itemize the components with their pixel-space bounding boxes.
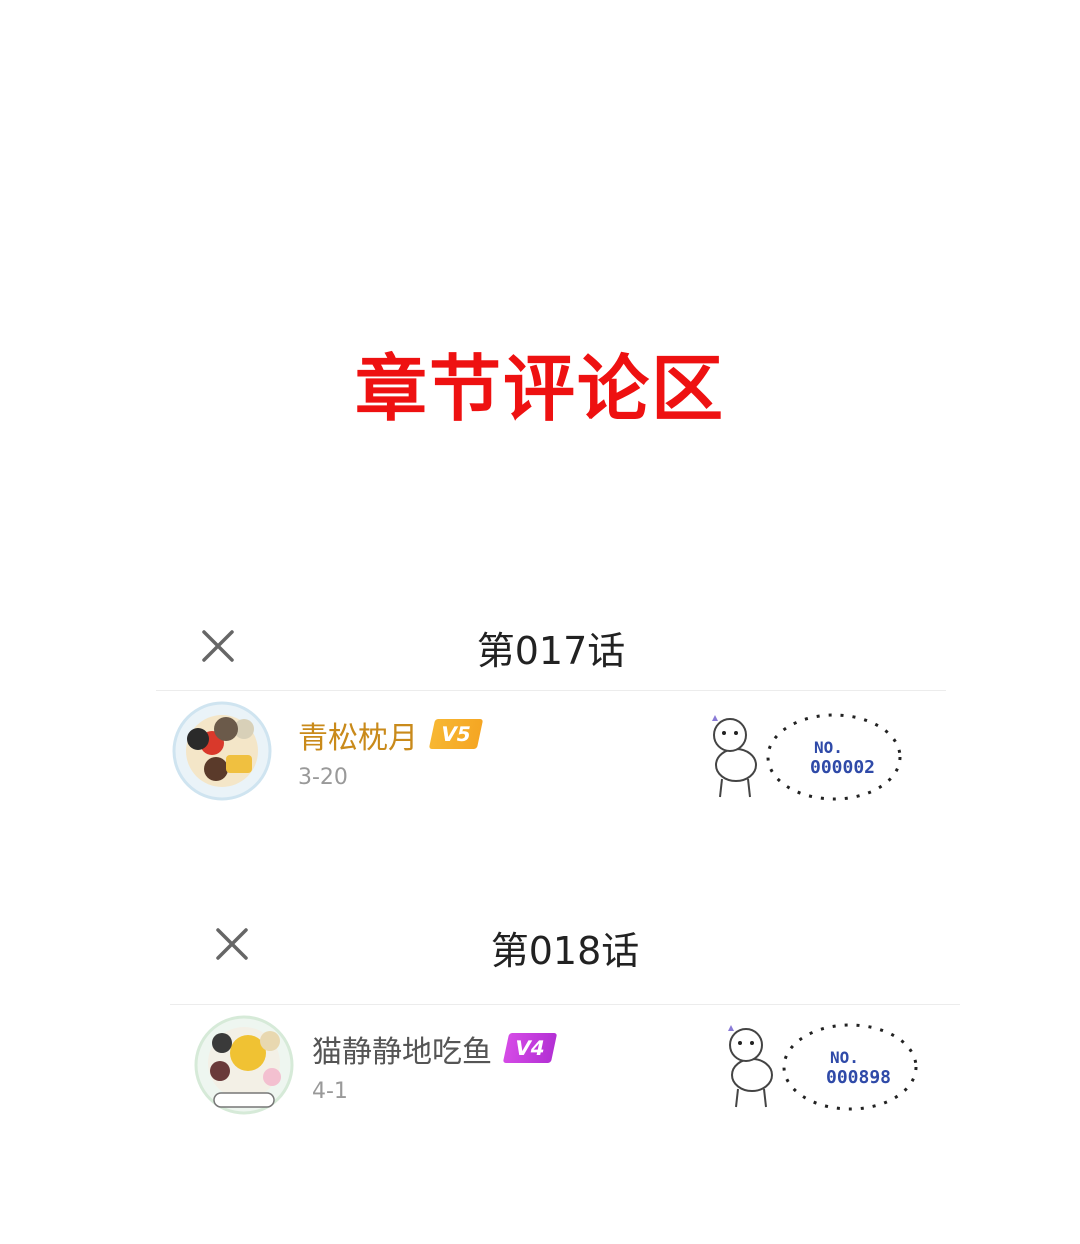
comment-row[interactable]: 青松枕月 V5 3-20 NO. 000002 [156, 691, 946, 821]
fan-no: 000002 [810, 757, 875, 778]
card-header: 第017话 [156, 600, 946, 691]
chapter-title: 第018话 [490, 929, 640, 973]
comment-row[interactable]: 猫静静地吃鱼 V4 4-1 NO. 000898 [170, 1005, 960, 1135]
level-badge: V4 [502, 1033, 558, 1063]
username[interactable]: 青松枕月 [298, 713, 418, 757]
avatar[interactable] [170, 699, 274, 803]
comment-card: 第017话 青松枕月 V5 3-20 NO. 000002 [156, 600, 946, 821]
comment-date: 3-20 [298, 765, 348, 790]
comment-card: 第018话 猫静静地吃鱼 V4 4-1 NO. 000898 [170, 900, 960, 1135]
card-header: 第018话 [170, 900, 960, 1005]
fan-no-label: NO. [830, 1048, 859, 1067]
fan-badge-icon: NO. 000002 [712, 713, 902, 801]
fan-no-label: NO. [814, 738, 843, 757]
fan-badge-icon: NO. 000898 [728, 1023, 918, 1111]
fan-no: 000898 [826, 1067, 891, 1088]
level-badge: V5 [428, 719, 484, 749]
comment-date: 4-1 [312, 1079, 348, 1104]
page-title: 章节评论区 [354, 347, 725, 431]
avatar[interactable] [192, 1013, 296, 1117]
username[interactable]: 猫静静地吃鱼 [312, 1027, 492, 1071]
chapter-title: 第017话 [476, 629, 626, 673]
